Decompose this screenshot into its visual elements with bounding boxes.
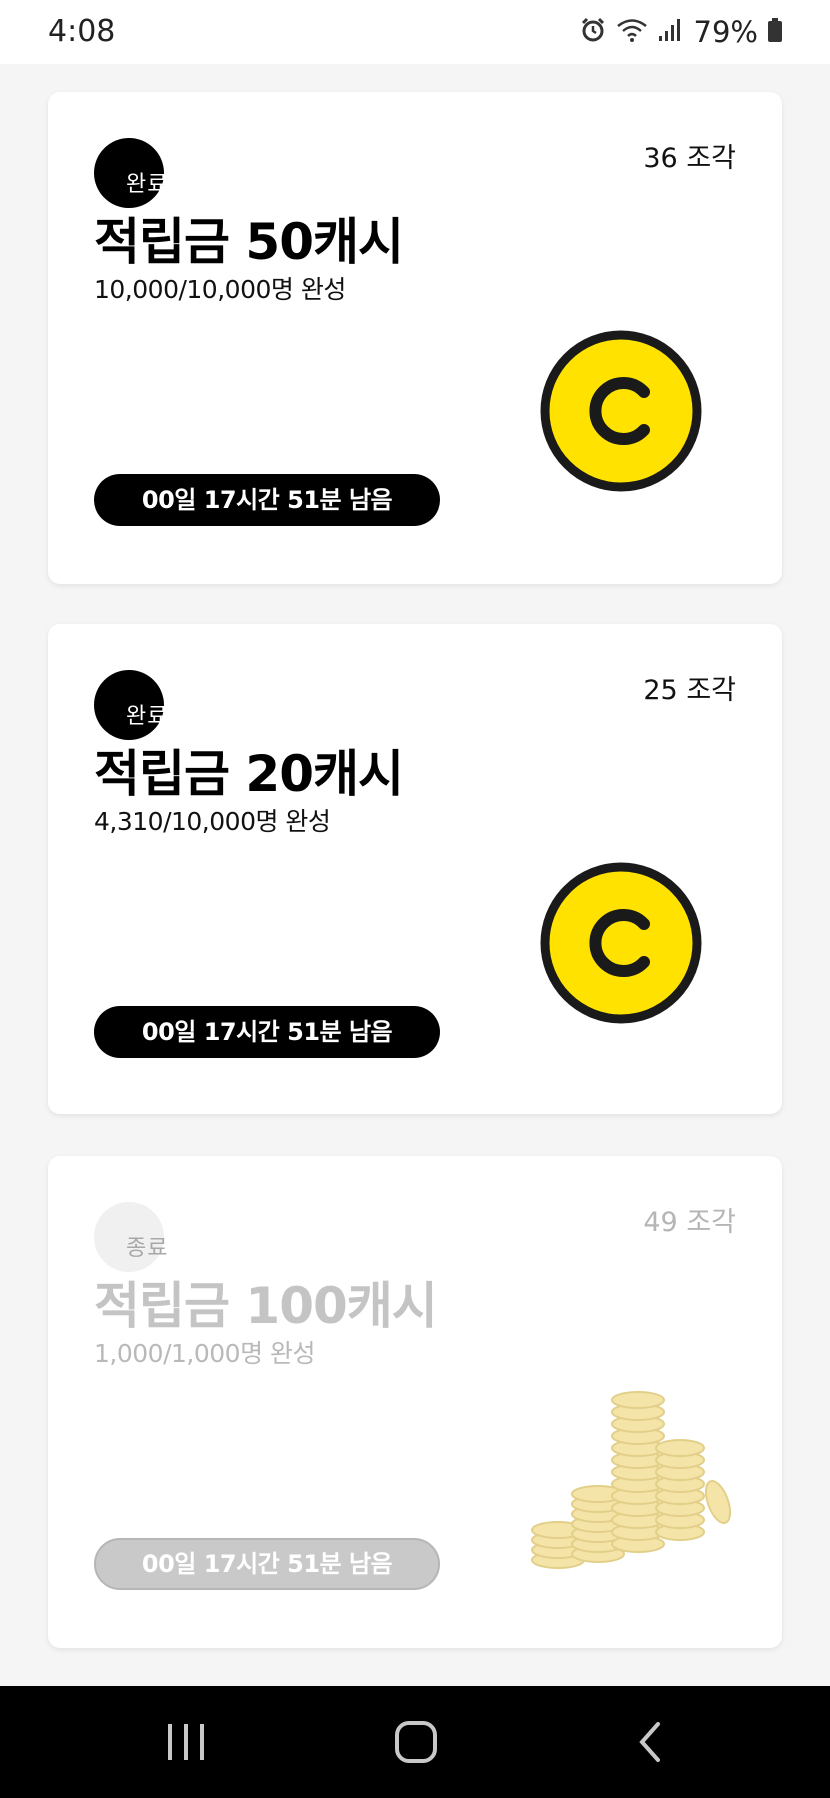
reward-title: 적립금 20캐시: [94, 745, 404, 803]
back-icon[interactable]: [630, 1714, 670, 1770]
home-icon[interactable]: [392, 1714, 440, 1770]
battery-icon: [768, 18, 782, 46]
progress-text: 4,310/10,000명 완성: [94, 807, 331, 836]
time-remaining-pill: 00일 17시간 51분 남음: [94, 1538, 440, 1590]
battery-percent: 79%: [693, 15, 758, 49]
status-badge-label: 완료: [126, 172, 169, 197]
time-remaining-pill: 00일 17시간 51분 남음: [94, 1006, 440, 1058]
time-remaining-pill: 00일 17시간 51분 남음: [94, 474, 440, 526]
status-time: 4:08: [48, 14, 116, 49]
status-badge-label: 완료: [126, 704, 169, 729]
coin-icon: [540, 330, 702, 492]
recent-apps-icon[interactable]: [162, 1714, 210, 1770]
status-bar: 4:08 79%: [0, 0, 830, 64]
coin-stack-icon: [531, 1391, 732, 1569]
pieces-count: 25 조각: [643, 675, 736, 706]
alarm-icon: [580, 17, 606, 47]
progress-text: 1,000/1,000명 완성: [94, 1339, 316, 1368]
reward-title: 적립금 50캐시: [94, 213, 404, 271]
reward-card-20[interactable]: 25 조각 완료 적립금 20캐시 4,310/10,000명 완성 00일 1…: [48, 624, 782, 1114]
pieces-count: 49 조각: [643, 1207, 736, 1238]
status-badge-label: 종료: [126, 1236, 169, 1261]
reward-title: 적립금 100캐시: [94, 1277, 438, 1335]
wifi-icon: [616, 17, 648, 47]
pieces-count: 36 조각: [643, 143, 736, 174]
progress-text: 10,000/10,000명 완성: [94, 275, 346, 304]
signal-icon: [658, 18, 680, 46]
reward-card-100[interactable]: 49 조각 종료 적립금 100캐시 1,000/1,000명 완성 00일 1…: [48, 1156, 782, 1648]
reward-card-50[interactable]: 36 조각 완료 적립금 50캐시 10,000/10,000명 완성 00일 …: [48, 92, 782, 584]
coin-icon: [540, 862, 702, 1024]
status-icons: 79%: [580, 14, 782, 50]
navigation-bar: [0, 1686, 830, 1798]
